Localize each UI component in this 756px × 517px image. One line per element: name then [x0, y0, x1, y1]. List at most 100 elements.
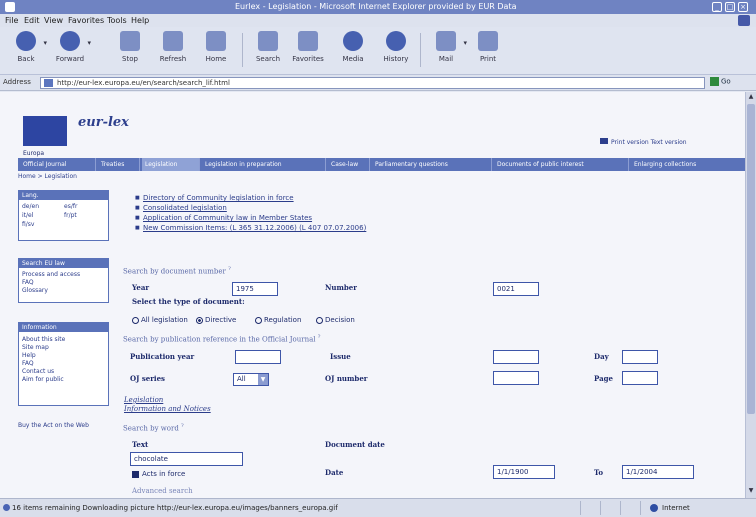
- section-doc-number: Search by document number ?: [123, 266, 231, 276]
- help-icon[interactable]: ?: [318, 334, 321, 340]
- tab-parliamentary-questions[interactable]: Parliamentary questions: [372, 158, 492, 171]
- page-input[interactable]: [622, 371, 658, 385]
- page-label: Page: [594, 374, 613, 383]
- back-icon: [16, 31, 36, 51]
- menu-help[interactable]: Help: [131, 16, 149, 25]
- doc-date-label: Document date: [325, 440, 385, 449]
- forward-icon: [60, 31, 80, 51]
- year-label: Year: [132, 283, 150, 292]
- toolbar: Back ▾ Forward ▾ Stop Refresh Home Search …: [0, 27, 756, 75]
- oj-number-input[interactable]: [493, 371, 539, 385]
- information-notices-link[interactable]: Information and Notices: [124, 405, 211, 413]
- scroll-up-icon[interactable]: ▲: [747, 93, 755, 102]
- issue-label: Issue: [330, 352, 351, 361]
- menu-edit[interactable]: Edit: [24, 16, 40, 25]
- loading-icon: [3, 504, 10, 511]
- info-box-item[interactable]: Contact us: [19, 368, 108, 376]
- tab-legislation[interactable]: Legislation: [142, 158, 200, 171]
- forward-button[interactable]: Forward ▾: [52, 29, 91, 73]
- europa-flag-logo[interactable]: Europa: [23, 116, 67, 157]
- search-box-item[interactable]: FAQ: [19, 279, 108, 287]
- year-input[interactable]: 1975: [232, 282, 278, 296]
- buy-act-link[interactable]: Buy the Act on the Web: [18, 422, 89, 429]
- radio-decision[interactable]: Decision: [316, 316, 355, 324]
- language-link[interactable]: de/en: [22, 203, 39, 210]
- europa-label: Europa: [23, 150, 45, 157]
- bullet-link[interactable]: Directory of Community legislation in fo…: [135, 194, 294, 202]
- eurlex-logo[interactable]: eur-lex: [78, 115, 138, 137]
- menu-favorites[interactable]: Favorites: [68, 16, 104, 25]
- address-field[interactable]: http://eur-lex.europa.eu/en/search/searc…: [40, 77, 705, 89]
- history-button[interactable]: History: [378, 29, 414, 73]
- language-link[interactable]: it/el: [22, 212, 33, 219]
- radio-regulation[interactable]: Regulation: [255, 316, 301, 324]
- scroll-down-icon[interactable]: ▼: [747, 487, 755, 496]
- language-link[interactable]: fi/sv: [22, 221, 34, 228]
- main-navigation: Official Journal Treaties Legislation Le…: [18, 158, 745, 171]
- checkbox-checked-icon: [132, 470, 139, 478]
- date-to-input[interactable]: 1/1/2004: [622, 465, 694, 479]
- info-box-item[interactable]: Site map: [19, 344, 108, 352]
- search-box-item[interactable]: Process and access: [19, 271, 108, 279]
- section-word: Search by word ?: [123, 423, 184, 433]
- vertical-scrollbar[interactable]: ▲ ▼: [745, 92, 756, 498]
- window-title: Eurlex - Legislation - Microsoft Interne…: [235, 2, 517, 11]
- info-box-title: Information: [19, 323, 108, 332]
- address-value: http://eur-lex.europa.eu/en/search/searc…: [57, 79, 230, 87]
- info-box-item[interactable]: Help: [19, 352, 108, 360]
- legislation-link[interactable]: Legislation: [124, 396, 163, 404]
- menu-tools[interactable]: Tools: [107, 16, 127, 25]
- breadcrumb[interactable]: Home > Legislation: [18, 173, 77, 180]
- close-icon[interactable]: ×: [738, 2, 748, 12]
- tab-case-law[interactable]: Case-law: [328, 158, 370, 171]
- date-from-input[interactable]: 1/1/1900: [493, 465, 555, 479]
- favorites-button[interactable]: Favorites: [290, 29, 326, 73]
- help-icon[interactable]: ?: [181, 423, 184, 429]
- language-link[interactable]: fr/pt: [64, 212, 77, 219]
- menu-view[interactable]: View: [44, 16, 63, 25]
- search-box-item[interactable]: Glossary: [19, 287, 108, 295]
- home-button[interactable]: Home: [198, 29, 234, 73]
- tab-enlarging-collections[interactable]: Enlarging collections: [631, 158, 743, 171]
- back-button[interactable]: Back ▾: [8, 29, 47, 73]
- go-button[interactable]: Go: [710, 77, 740, 89]
- radio-selected-icon: [196, 316, 203, 324]
- text-input[interactable]: chocolate: [130, 452, 243, 466]
- maximize-icon[interactable]: □: [725, 2, 735, 12]
- radio-directive[interactable]: Directive: [196, 316, 236, 324]
- stop-button[interactable]: Stop: [112, 29, 148, 73]
- refresh-button[interactable]: Refresh: [155, 29, 191, 73]
- radio-all-legislation[interactable]: All legislation: [132, 316, 188, 324]
- mail-button[interactable]: Mail ▾: [428, 29, 467, 73]
- minimize-icon[interactable]: _: [712, 2, 722, 12]
- date-label: Date: [325, 468, 344, 477]
- print-button[interactable]: Print: [470, 29, 506, 73]
- bullet-link[interactable]: Application of Community law in Member S…: [135, 214, 312, 222]
- stop-icon: [120, 31, 140, 51]
- scrollbar-thumb[interactable]: [747, 104, 755, 414]
- advanced-search-link[interactable]: Advanced search: [132, 487, 193, 495]
- info-box-item[interactable]: About this site: [19, 336, 108, 344]
- language-link[interactable]: es/fr: [64, 203, 77, 210]
- tab-documents-public-interest[interactable]: Documents of public interest: [494, 158, 629, 171]
- search-button[interactable]: Search: [250, 29, 286, 73]
- bullet-link[interactable]: Consolidated legislation: [135, 204, 227, 212]
- issue-input[interactable]: [493, 350, 539, 364]
- oj-series-select[interactable]: All ▼: [233, 373, 269, 386]
- info-box-item[interactable]: FAQ: [19, 360, 108, 368]
- bullet-link[interactable]: New Commission Items: (L 365 31.12.2006)…: [135, 224, 366, 232]
- day-input[interactable]: [622, 350, 658, 364]
- number-input[interactable]: 0021: [493, 282, 539, 296]
- tab-legislation-in-preparation[interactable]: Legislation in preparation: [202, 158, 326, 171]
- pub-year-input[interactable]: [235, 350, 281, 364]
- tab-treaties[interactable]: Treaties: [98, 158, 140, 171]
- media-button[interactable]: Media: [335, 29, 371, 73]
- tab-official-journal[interactable]: Official Journal: [20, 158, 96, 171]
- acts-in-force-checkbox[interactable]: Acts in force: [132, 470, 185, 478]
- help-icon[interactable]: ?: [228, 266, 231, 272]
- print-text-version-links[interactable]: Print version Text version: [611, 139, 687, 146]
- text-label: Text: [132, 440, 149, 449]
- menu-file[interactable]: File: [5, 16, 18, 25]
- info-box-item[interactable]: Aim for public: [19, 376, 108, 384]
- page-icon: [44, 79, 53, 87]
